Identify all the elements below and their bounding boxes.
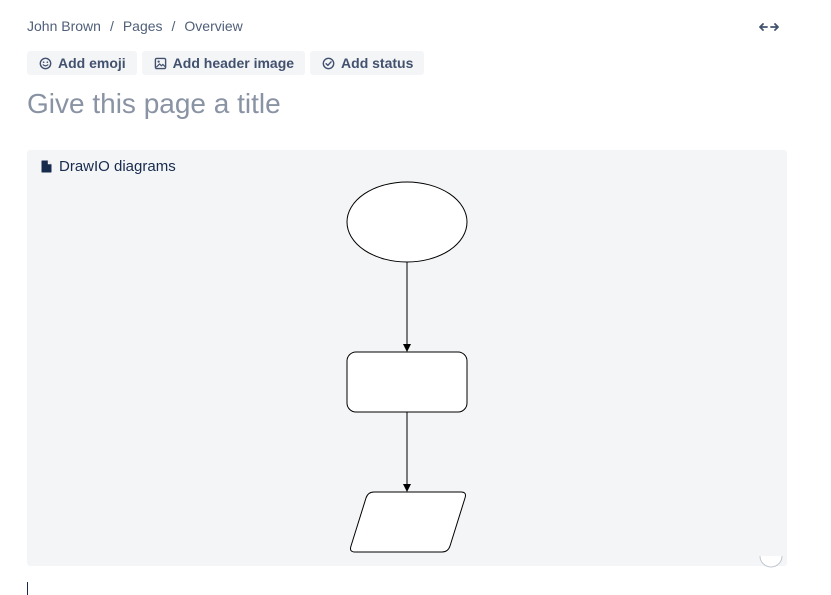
- diagram-node-parallelogram[interactable]: [350, 491, 466, 553]
- breadcrumb-item-pages[interactable]: Pages: [123, 18, 163, 34]
- image-icon: [154, 57, 166, 69]
- expand-horizontal-icon: [759, 23, 779, 31]
- expand-width-button[interactable]: [756, 17, 782, 37]
- resize-handle-icon: [759, 556, 783, 568]
- resize-handle[interactable]: [758, 556, 784, 570]
- breadcrumb-item-space[interactable]: John Brown: [27, 18, 101, 34]
- drawio-macro[interactable]: DrawIO diagrams: [27, 150, 787, 566]
- emoji-icon: [39, 57, 52, 69]
- breadcrumb-separator: /: [171, 18, 176, 34]
- add-status-button[interactable]: Add status: [310, 51, 425, 75]
- breadcrumb: John Brown / Pages / Overview: [27, 18, 243, 34]
- page-title-input[interactable]: [27, 86, 727, 122]
- confluence-editor: John Brown / Pages / Overview Add emoji: [0, 0, 831, 595]
- drawio-diagram[interactable]: [27, 150, 787, 566]
- add-header-image-label: Add header image: [172, 55, 295, 71]
- text-cursor: [27, 582, 28, 595]
- breadcrumb-item-overview[interactable]: Overview: [184, 18, 242, 34]
- page-header-toolbar: Add emoji Add header image Add status: [27, 51, 429, 75]
- add-status-label: Add status: [341, 55, 414, 71]
- add-emoji-button[interactable]: Add emoji: [27, 51, 137, 75]
- add-emoji-label: Add emoji: [58, 55, 126, 71]
- status-check-icon: [322, 57, 335, 69]
- add-header-image-button[interactable]: Add header image: [141, 51, 306, 75]
- diagram-node-rounded-rectangle[interactable]: [346, 351, 468, 413]
- diagram-node-ellipse[interactable]: [346, 181, 468, 263]
- breadcrumb-separator: /: [109, 18, 114, 34]
